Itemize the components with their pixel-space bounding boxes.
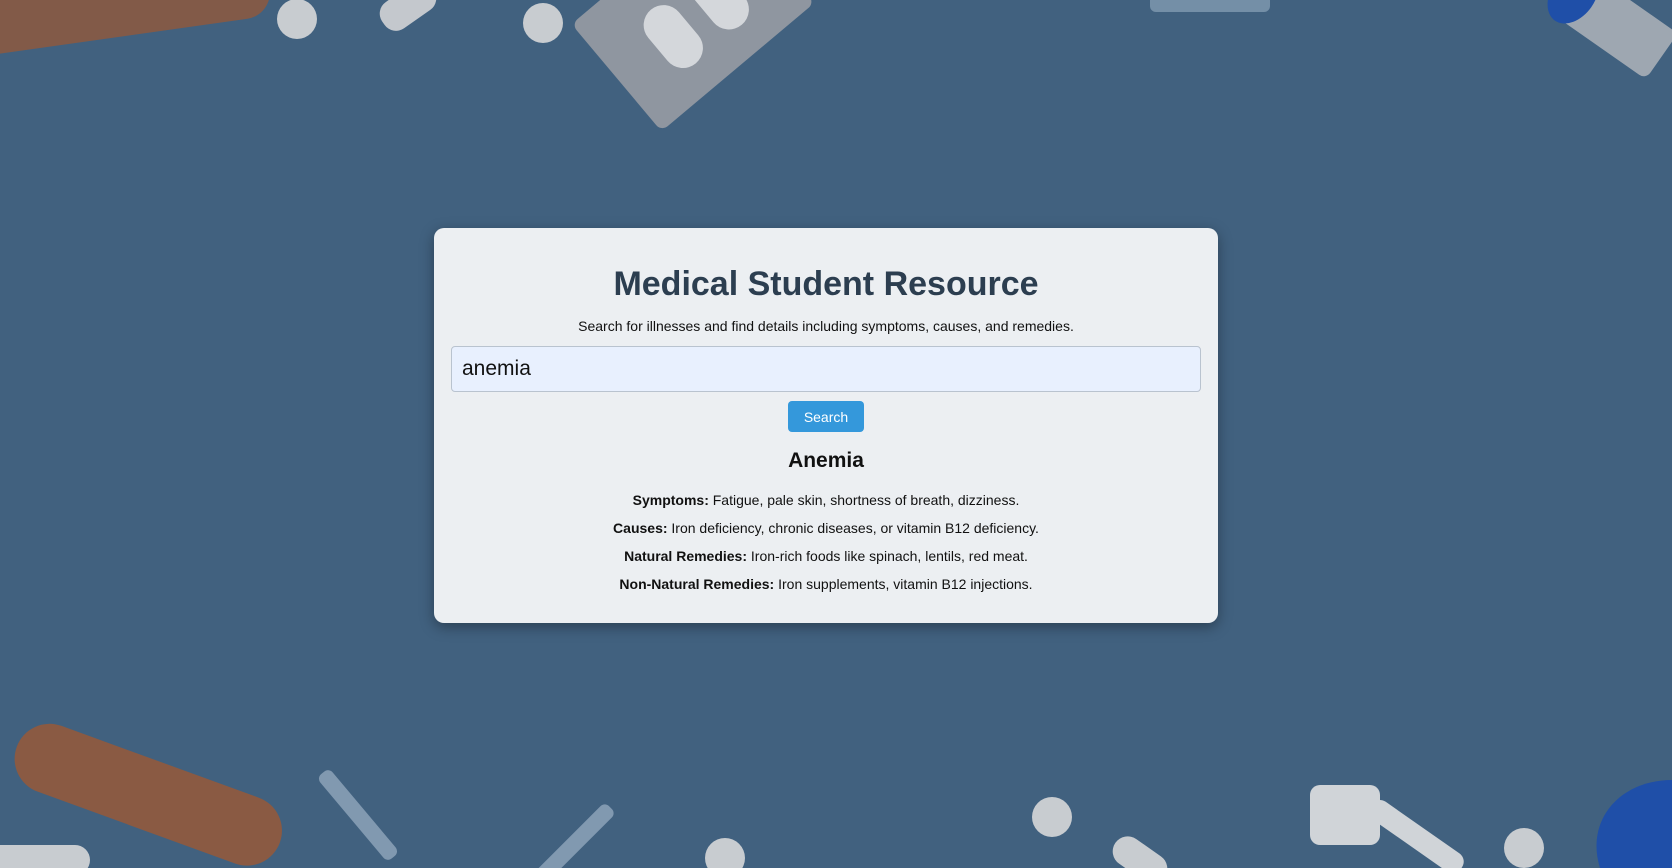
- result-symptoms: Symptoms: Fatigue, pale skin, shortness …: [434, 491, 1218, 509]
- natural-remedies-text: Iron-rich foods like spinach, lentils, r…: [747, 548, 1028, 564]
- natural-remedies-label: Natural Remedies:: [624, 548, 748, 564]
- non-natural-remedies-text: Iron supplements, vitamin B12 injections…: [774, 576, 1033, 592]
- pill-icon: [1112, 836, 1168, 868]
- pill-icon: [1032, 797, 1072, 837]
- symptoms-label: Symptoms:: [632, 492, 709, 508]
- search-button[interactable]: Search: [788, 401, 864, 432]
- pill-icon: [1504, 828, 1544, 868]
- pill-icon: [277, 0, 317, 39]
- ampoule-icon: [318, 770, 398, 860]
- glove-icon: [1596, 780, 1672, 868]
- causes-label: Causes:: [613, 520, 668, 536]
- result-title: Anemia: [788, 449, 864, 472]
- vial-icon: [1547, 0, 1672, 77]
- blister-pack-icon: [574, 0, 812, 129]
- pill-icon: [523, 3, 563, 43]
- pill-icon: [379, 0, 437, 31]
- search-card: Medical Student Resource Search for illn…: [434, 228, 1218, 623]
- bandage-icon: [0, 0, 271, 55]
- symptoms-text: Fatigue, pale skin, shortness of breath,…: [708, 492, 1020, 508]
- result-non-natural-remedies: Non-Natural Remedies: Iron supplements, …: [434, 575, 1218, 593]
- non-natural-remedies-label: Non-Natural Remedies:: [619, 576, 775, 592]
- pill-icon: [705, 838, 745, 868]
- result-causes: Causes: Iron deficiency, chronic disease…: [434, 519, 1218, 537]
- result-natural-remedies: Natural Remedies: Iron-rich foods like s…: [434, 547, 1218, 565]
- pill-icon: [0, 845, 90, 868]
- ampoule-icon: [1150, 0, 1270, 12]
- page-subtitle: Search for illnesses and find details in…: [578, 318, 1074, 334]
- spray-bottle-icon: [1310, 785, 1464, 868]
- ampoule-icon: [522, 804, 614, 868]
- search-input[interactable]: [451, 346, 1201, 392]
- causes-text: Iron deficiency, chronic diseases, or vi…: [667, 520, 1039, 536]
- page-title: Medical Student Resource: [613, 265, 1039, 303]
- bandage-icon: [14, 723, 282, 866]
